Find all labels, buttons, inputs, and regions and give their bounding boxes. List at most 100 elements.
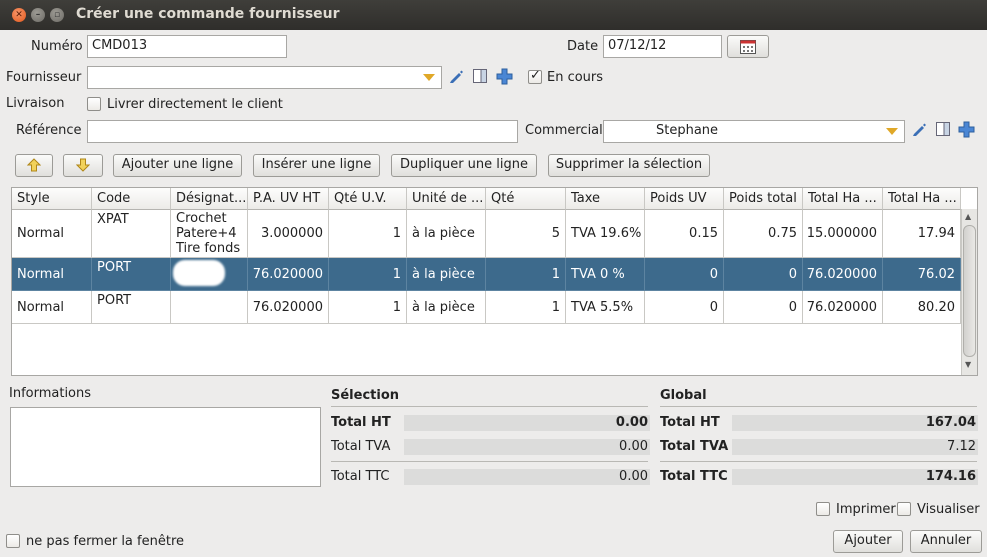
informations-textarea[interactable] [10,407,321,487]
cell-poids-total[interactable]: 0 [724,258,803,291]
column-header[interactable]: Poids UV [645,188,724,210]
chevron-down-icon [886,128,898,135]
scroll-up-icon[interactable]: ▲ [965,212,971,221]
cell-style[interactable]: Normal [12,258,92,291]
maximize-window-icon[interactable]: ▫ [50,8,64,22]
commercial-label: Commercial [525,123,603,138]
chevron-down-icon [423,74,435,81]
column-header[interactable]: Qté U.V. [329,188,407,210]
reference-field[interactable] [87,120,518,143]
annuler-button[interactable]: Annuler [910,530,982,553]
cell-unite[interactable]: à la pièce [407,210,486,258]
add-fournisseur-icon[interactable] [496,68,513,85]
column-header[interactable]: Total Ha ... [883,188,961,210]
cell-style[interactable]: Normal [12,210,92,258]
commercial-value: Stephane [656,123,719,138]
title-bar: ✕ – ▫ Créer une commande fournisseur [0,0,987,30]
column-header[interactable]: Style [12,188,92,210]
cell-taxe[interactable]: TVA 5.5% [566,291,645,324]
ne-pas-fermer-checkbox[interactable] [6,534,20,548]
move-up-button[interactable] [15,154,53,177]
add-line-button[interactable]: Ajouter une ligne [113,154,242,177]
cell-code[interactable]: PORT [92,291,171,324]
cell-poids-uv[interactable]: 0.15 [645,210,724,258]
fournisseur-combo[interactable] [87,66,442,89]
numero-field[interactable]: CMD013 [87,35,287,58]
details-fournisseur-icon[interactable] [472,68,488,84]
column-header[interactable]: P.A. UV HT [248,188,329,210]
move-down-button[interactable] [63,154,103,177]
cell-total-ha-2[interactable]: 80.20 [883,291,961,324]
global-total-ht-label: Total HT [660,415,720,430]
column-header[interactable]: Unité de ... [407,188,486,210]
cell-unite[interactable]: à la pièce [407,291,486,324]
visualiser-checkbox[interactable] [897,502,911,516]
cell-poids-uv[interactable]: 0 [645,291,724,324]
cell-total-ha-2[interactable]: 76.02 [883,258,961,291]
global-total-tva-value: 7.12 [732,439,978,455]
cell-taxe[interactable]: TVA 19.6% [566,210,645,258]
ajouter-button[interactable]: Ajouter [833,530,903,553]
insert-line-button[interactable]: Insérer une ligne [253,154,380,177]
column-header[interactable]: Désignat... [171,188,248,210]
cell-qte-uv[interactable]: 1 [329,210,407,258]
cell-qte[interactable]: 5 [486,210,566,258]
cell-pa[interactable]: 76.020000 [248,291,329,324]
cell-code[interactable]: XPAT [92,210,171,258]
date-field[interactable]: 07/12/12 [603,35,722,58]
add-commercial-icon[interactable] [958,121,975,138]
delete-selection-button[interactable]: Supprimer la sélection [548,154,710,177]
arrow-up-icon [26,158,42,172]
cell-poids-uv[interactable]: 0 [645,258,724,291]
commercial-combo[interactable]: Stephane [603,120,905,143]
cell-qte-uv[interactable]: 1 [329,291,407,324]
cell-unite[interactable]: à la pièce [407,258,486,291]
column-header[interactable]: Poids total [724,188,803,210]
visualiser-label: Visualiser [917,502,980,517]
divider [660,461,977,462]
column-header[interactable]: Taxe [566,188,645,210]
informations-label: Informations [9,386,92,401]
cell-poids-total[interactable]: 0.75 [724,210,803,258]
cell-total-ha-2[interactable]: 17.94 [883,210,961,258]
reference-label: Référence [16,123,82,138]
cell-total-ha[interactable]: 76.020000 [803,291,883,324]
column-header[interactable]: Qté [486,188,566,210]
global-total-ht-value: 167.04 [732,415,978,431]
cell-qte[interactable]: 1 [486,291,566,324]
cell-qte-uv[interactable]: 1 [329,258,407,291]
scroll-down-icon[interactable]: ▼ [965,360,971,369]
selection-total-ttc-value: 0.00 [404,469,650,485]
calendar-icon [740,40,756,54]
cell-pa[interactable]: 3.000000 [248,210,329,258]
cell-designation[interactable] [171,291,248,324]
lines-table[interactable]: Style Code Désignat... P.A. UV HT Qté U.… [11,187,978,376]
column-header[interactable]: Total Ha ... [803,188,883,210]
cell-pa[interactable]: 76.020000 [248,258,329,291]
scroll-thumb[interactable] [963,225,976,357]
minimize-window-icon[interactable]: – [31,8,45,22]
table-scrollbar[interactable]: ▲ ▼ [961,209,977,375]
edit-commercial-icon[interactable] [911,121,927,137]
livrer-checkbox[interactable] [87,97,101,111]
duplicate-line-button[interactable]: Dupliquer une ligne [391,154,537,177]
cell-designation[interactable]: Crochet Patere+4 Tire fonds [171,210,248,258]
cell-total-ha[interactable]: 15.000000 [803,210,883,258]
cell-qte[interactable]: 1 [486,258,566,291]
imprimer-checkbox[interactable] [816,502,830,516]
cell-style[interactable]: Normal [12,291,92,324]
edit-fournisseur-icon[interactable] [448,68,464,84]
numero-label: Numéro [31,39,83,54]
close-window-icon[interactable]: ✕ [12,8,26,22]
en-cours-checkbox[interactable] [528,68,542,84]
details-commercial-icon[interactable] [935,121,951,137]
global-title: Global [660,388,707,403]
cell-code[interactable]: PORT [92,258,171,291]
cell-taxe[interactable]: TVA 0 % [566,258,645,291]
fournisseur-label: Fournisseur [6,70,82,85]
column-header[interactable]: Code [92,188,171,210]
calendar-button[interactable] [727,35,769,58]
cell-total-ha[interactable]: 76.020000 [803,258,883,291]
cell-poids-total[interactable]: 0 [724,291,803,324]
selection-total-ht-value: 0.00 [404,415,650,431]
